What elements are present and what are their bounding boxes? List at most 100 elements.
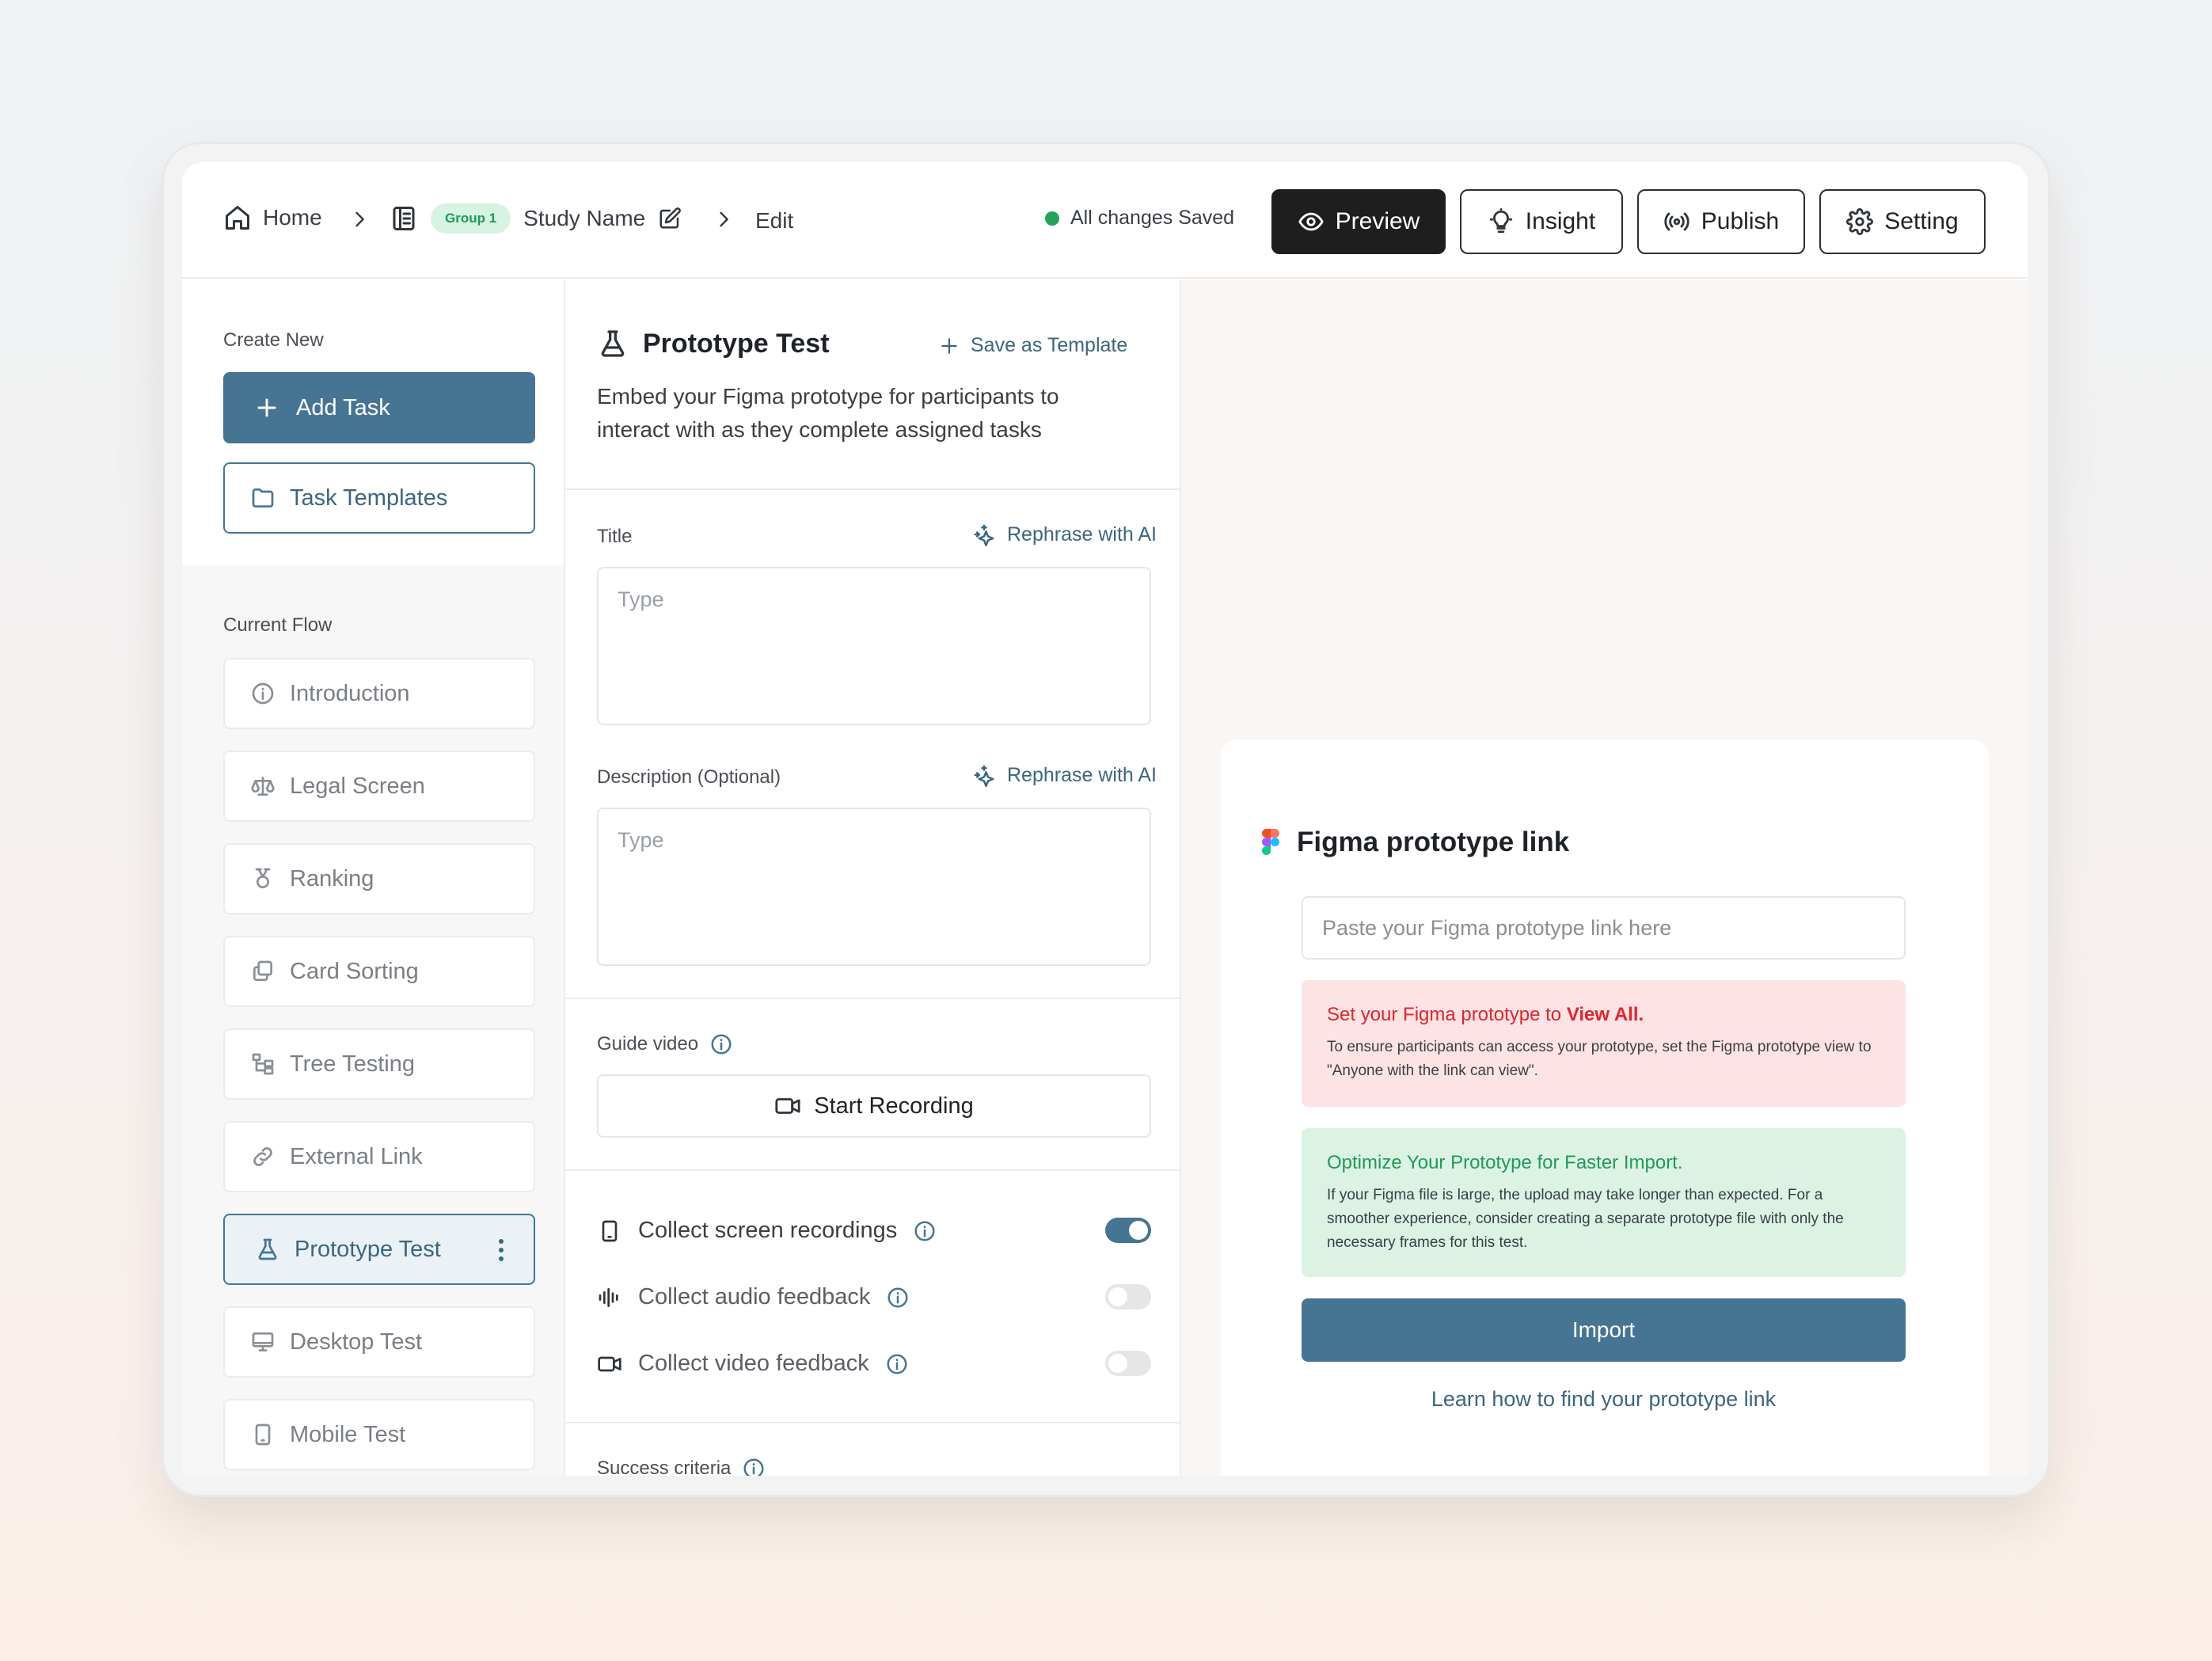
breadcrumb-home[interactable]: Home <box>223 203 322 232</box>
scale-icon <box>250 773 276 799</box>
preview-button[interactable]: Preview <box>1271 189 1446 254</box>
toggle-label: Collect video feedback <box>638 1351 869 1376</box>
flow-item-card-sorting[interactable]: Card Sorting <box>223 936 535 1007</box>
audio-feedback-switch[interactable] <box>1105 1284 1151 1309</box>
plus-icon <box>255 396 279 420</box>
current-flow-label: Current Flow <box>223 614 333 636</box>
audio-wave-icon <box>597 1285 622 1310</box>
study-name: Study Name <box>523 206 646 230</box>
lightbulb-icon <box>1488 208 1515 235</box>
flow-item-legal-screen[interactable]: Legal Screen <box>223 751 535 822</box>
flow-item-label: Prototype Test <box>295 1236 441 1262</box>
video-camera-icon <box>597 1351 622 1377</box>
notebook-icon <box>390 204 418 233</box>
flow-item-label: Introduction <box>290 680 410 706</box>
publish-button[interactable]: Publish <box>1637 189 1805 254</box>
video-camera-icon <box>774 1093 801 1119</box>
folder-icon <box>250 485 276 511</box>
description-field-label: Description (Optional) <box>597 766 781 788</box>
success-criteria-label-text: Success criteria <box>597 1458 732 1476</box>
save-as-template-button[interactable]: Save as Template <box>939 334 1127 357</box>
editor-description: Embed your Figma prototype for participa… <box>597 384 1059 442</box>
monitor-icon <box>250 1329 276 1355</box>
info-icon[interactable] <box>913 1219 937 1243</box>
info-icon[interactable] <box>885 1352 909 1376</box>
title-field-label: Title <box>597 526 633 547</box>
flask-icon <box>597 328 629 359</box>
video-feedback-switch[interactable] <box>1105 1351 1151 1376</box>
flow-item-mobile-test[interactable]: Mobile Test <box>223 1399 535 1470</box>
save-status: All changes Saved <box>1045 207 1234 230</box>
insight-button[interactable]: Insight <box>1460 189 1623 254</box>
flow-item-introduction[interactable]: Introduction <box>223 658 535 729</box>
setting-button[interactable]: Setting <box>1819 189 1986 254</box>
toggle-screen-recordings: Collect screen recordings <box>597 1218 1151 1244</box>
rephrase-label: Rephrase with AI <box>1007 523 1157 545</box>
flow-item-label: Desktop Test <box>290 1328 423 1355</box>
sparkle-icon <box>972 763 996 787</box>
divider <box>565 998 1180 999</box>
flow-item-desktop-test[interactable]: Desktop Test <box>223 1306 535 1378</box>
divider <box>565 1422 1180 1423</box>
guide-video-label: Guide video <box>597 1032 733 1056</box>
figma-logo-icon <box>1262 829 1279 856</box>
info-icon[interactable] <box>742 1457 766 1476</box>
warning-title-emphasis: View All. <box>1566 1004 1644 1025</box>
toggle-audio-feedback: Collect audio feedback <box>597 1284 1151 1310</box>
add-task-button[interactable]: Add Task <box>223 372 535 443</box>
rephrase-description-button[interactable]: Rephrase with AI <box>972 763 1157 787</box>
divider <box>565 1169 1180 1171</box>
figma-card-title-text: Figma prototype link <box>1297 827 1570 857</box>
sparkle-icon <box>972 523 996 546</box>
preview-panel: Figma prototype link Paste your Figma pr… <box>1181 280 2028 1476</box>
tip-body: If your Figma file is large, the upload … <box>1327 1187 1844 1251</box>
more-options-icon[interactable] <box>499 1239 504 1265</box>
task-templates-button[interactable]: Task Templates <box>223 462 535 534</box>
divider <box>565 488 1180 490</box>
tree-icon <box>250 1051 276 1077</box>
toggle-video-feedback: Collect video feedback <box>597 1351 1151 1377</box>
chevron-right-icon <box>348 208 371 230</box>
current-flow-section: Current Flow Introduction Legal Screen R… <box>182 565 564 1476</box>
info-icon <box>250 681 276 706</box>
flow-item-ranking[interactable]: Ranking <box>223 843 535 914</box>
rephrase-label: Rephrase with AI <box>1007 763 1157 786</box>
chevron-right-icon <box>713 208 735 230</box>
create-new-section: Create New Add Task Task Templates <box>182 280 564 565</box>
figma-link-input[interactable]: Paste your Figma prototype link here <box>1302 896 1906 960</box>
home-icon <box>223 203 252 232</box>
rephrase-title-button[interactable]: Rephrase with AI <box>972 523 1157 546</box>
figma-card-title: Figma prototype link <box>1262 827 1569 858</box>
edit-pencil-icon[interactable] <box>658 207 682 230</box>
preview-button-label: Preview <box>1335 208 1420 234</box>
warning-title-prefix: Set your Figma prototype to <box>1327 1004 1567 1025</box>
flow-item-label: Mobile Test <box>290 1421 406 1447</box>
flow-item-label: Ranking <box>290 865 374 891</box>
gear-icon <box>1846 208 1874 235</box>
start-recording-button[interactable]: Start Recording <box>597 1074 1151 1138</box>
optimize-tip: Optimize Your Prototype for Faster Impor… <box>1302 1128 1906 1277</box>
flow-item-label: Card Sorting <box>290 958 419 984</box>
screen-recordings-switch[interactable] <box>1105 1218 1151 1243</box>
editor-title-text: Prototype Test <box>643 328 830 359</box>
editor-title: Prototype Test <box>597 328 830 359</box>
flow-item-prototype-test[interactable]: Prototype Test <box>223 1214 535 1285</box>
description-input[interactable]: Type <box>597 808 1151 966</box>
flask-icon <box>255 1237 280 1262</box>
view-all-warning: Set your Figma prototype to View All. To… <box>1302 980 1906 1107</box>
breadcrumb-study[interactable]: Group 1 Study Name <box>390 203 682 234</box>
flow-item-tree-testing[interactable]: Tree Testing <box>223 1028 535 1100</box>
title-input[interactable]: Type <box>597 567 1151 725</box>
eye-icon <box>1298 208 1325 235</box>
warning-title: Set your Figma prototype to View All. <box>1327 1004 1880 1026</box>
guide-video-label-text: Guide video <box>597 1033 699 1055</box>
sidebar: Create New Add Task Task Templates Curre… <box>182 280 565 1476</box>
learn-prototype-link[interactable]: Learn how to find your prototype link <box>1302 1387 1906 1412</box>
toggle-label: Collect audio feedback <box>638 1284 871 1309</box>
save-as-template-label: Save as Template <box>971 334 1128 356</box>
info-icon[interactable] <box>709 1032 733 1056</box>
info-icon[interactable] <box>886 1286 910 1309</box>
flow-item-external-link[interactable]: External Link <box>223 1121 535 1192</box>
import-button[interactable]: Import <box>1302 1298 1906 1362</box>
group-badge: Group 1 <box>431 203 511 234</box>
